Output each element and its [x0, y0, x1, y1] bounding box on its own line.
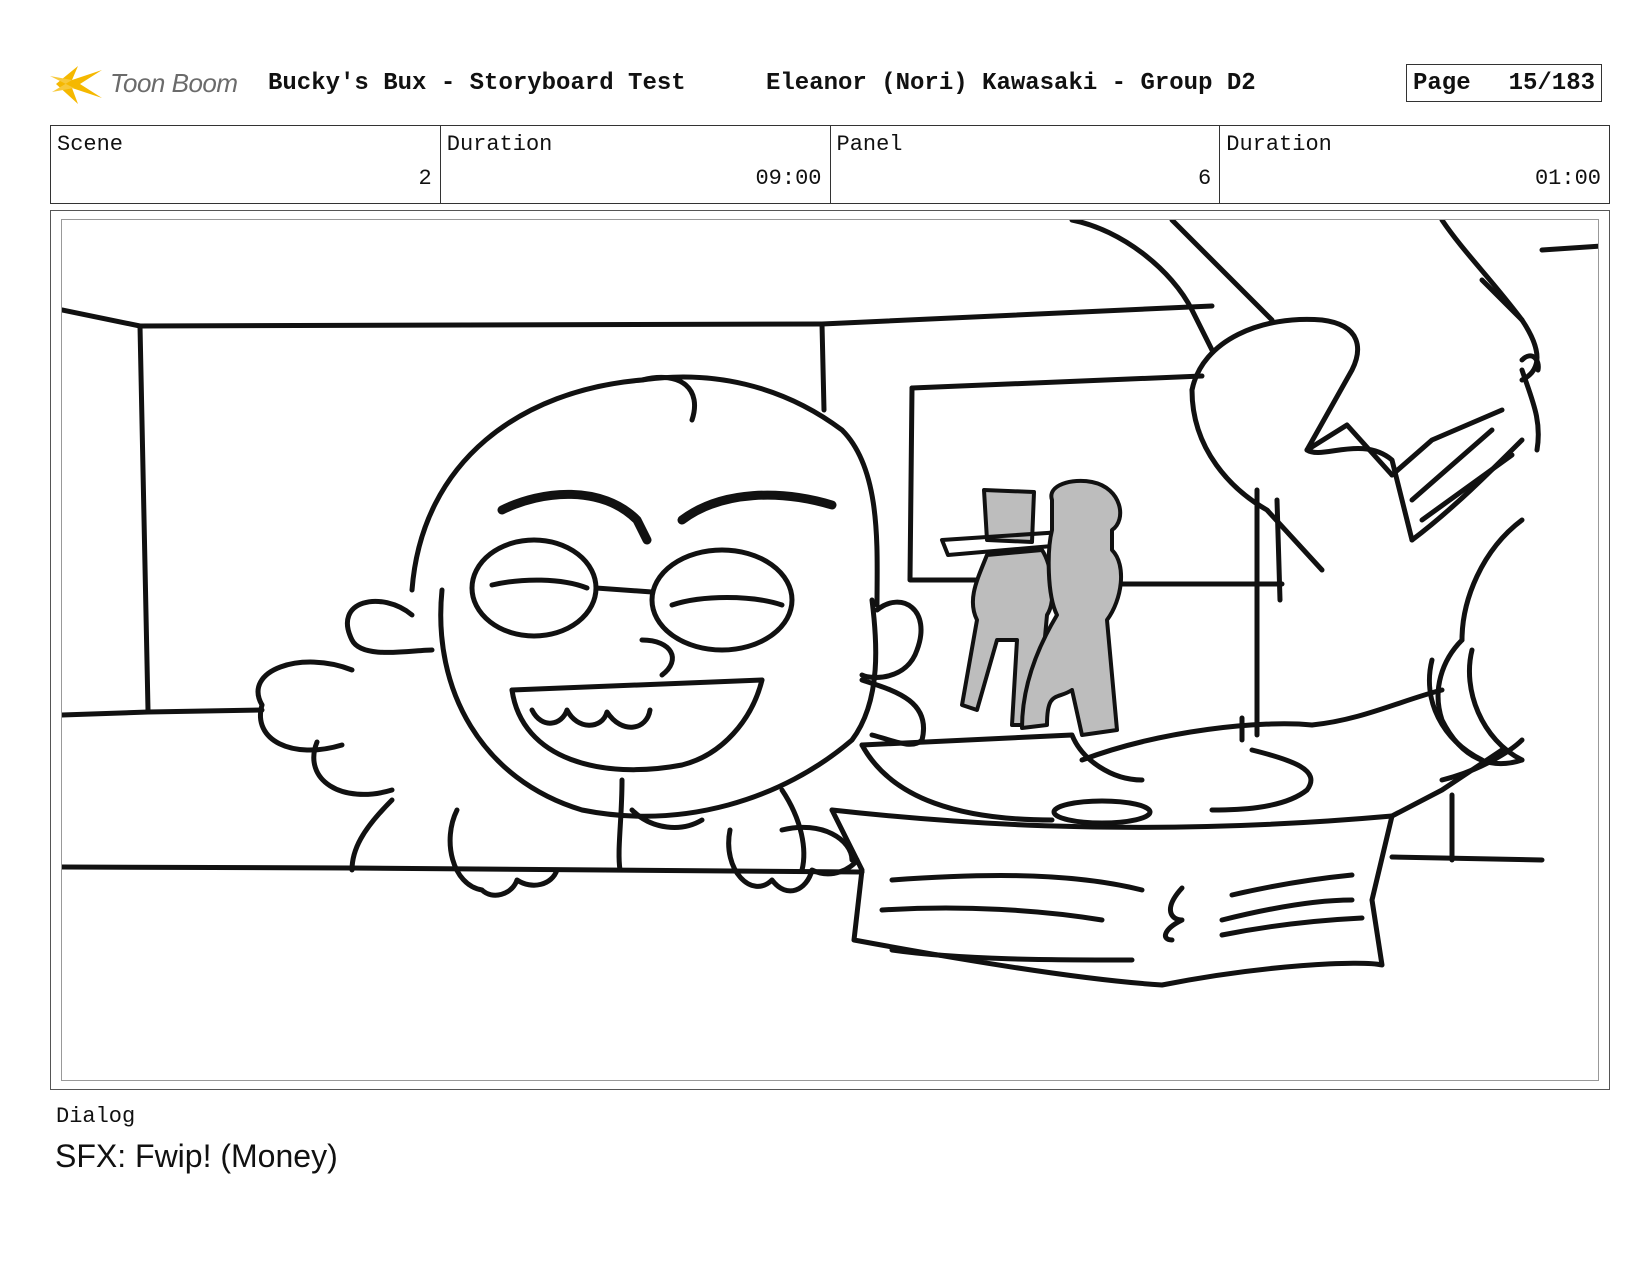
scene-duration-value: 09:00 — [755, 166, 822, 191]
project-title: Bucky's Bux - Storyboard Test — [268, 70, 686, 97]
toon-boom-logo: Toon Boom — [50, 56, 250, 112]
scene-value: 2 — [418, 166, 432, 191]
page-label: Page — [1413, 70, 1471, 97]
panel-duration-label: Duration — [1226, 132, 1332, 157]
page-value: 15/183 — [1508, 70, 1595, 97]
sketch-illustration — [62, 220, 1598, 988]
background-figures — [940, 479, 1124, 737]
page-counter: Page 15/183 — [1406, 64, 1602, 102]
panel-label: Panel — [836, 132, 903, 157]
panel-duration-cell: Duration 01:00 — [1220, 126, 1609, 203]
dialog-text: SFX: Fwip! (Money) — [55, 1138, 338, 1174]
logo-text: Toon Boom — [110, 68, 238, 98]
panel-cell: Panel 6 — [831, 126, 1221, 203]
panel-duration-value: 01:00 — [1534, 166, 1601, 191]
storyboard-panel-frame — [50, 210, 1610, 1090]
page-header: Toon Boom Bucky's Bux - Storyboard Test … — [50, 56, 1610, 112]
desk — [349, 715, 1245, 875]
scene-cell: Scene 2 — [51, 126, 441, 203]
scene-label: Scene — [57, 132, 124, 157]
starburst-logo-icon — [50, 66, 102, 104]
scene-duration-cell: Duration 09:00 — [441, 126, 831, 203]
girl-character — [255, 374, 927, 898]
panel-value: 6 — [1198, 166, 1212, 191]
storyboard-panel-drawing — [61, 219, 1599, 1081]
background-walls — [62, 243, 1598, 871]
scene-duration-label: Duration — [446, 132, 553, 157]
grabbing-hand — [1069, 220, 1541, 863]
artist-title: Eleanor (Nori) Kawasaki - Group D2 — [766, 70, 1256, 97]
dialog-label: Dialog — [56, 1104, 136, 1129]
panel-info-row: Scene 2 Duration 09:00 Panel 6 Duration … — [50, 125, 1610, 204]
